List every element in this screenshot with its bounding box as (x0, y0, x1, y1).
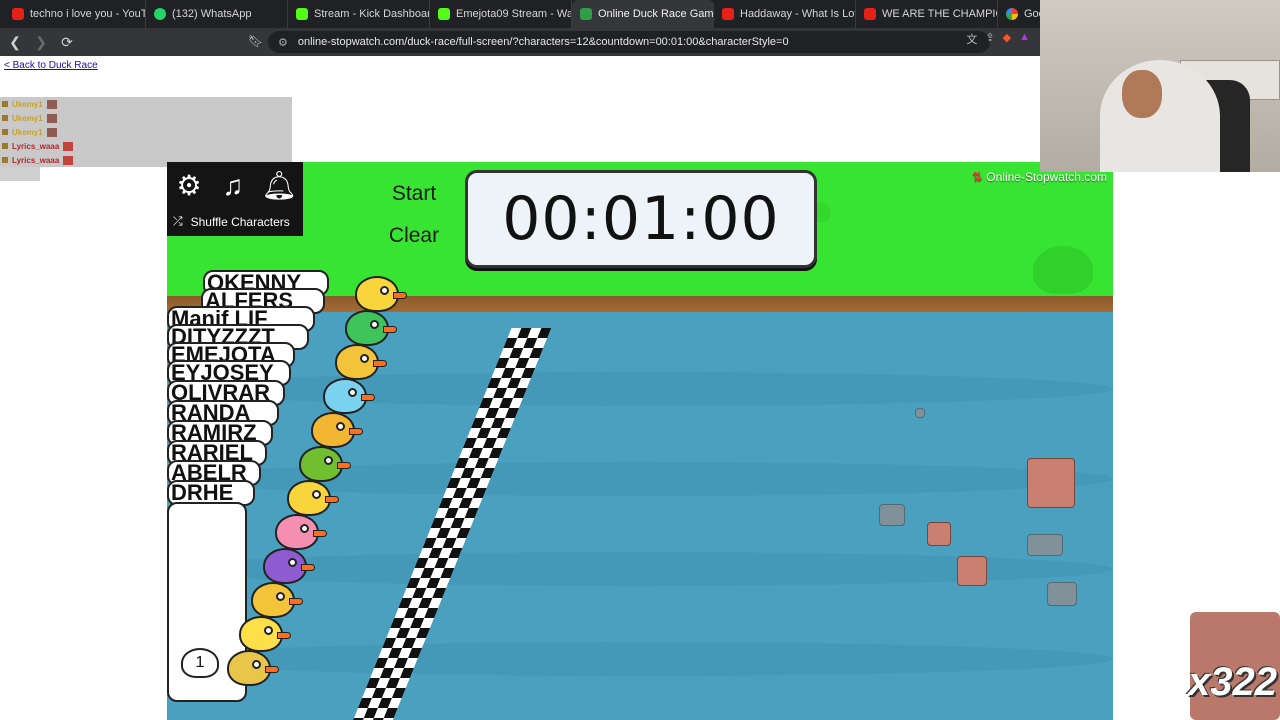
emote-icon (63, 155, 74, 165)
online-stopwatch-logo[interactable]: ⇅ Online-Stopwatch.com (972, 170, 1107, 184)
badge-icon (2, 115, 8, 121)
youtube-icon (864, 8, 876, 20)
tab-title: techno i love you - YouTube (30, 8, 145, 20)
tab-title: Haddaway - What Is Love (Off (740, 8, 855, 20)
start-button[interactable]: Start (379, 182, 449, 206)
google-icon (1006, 8, 1018, 20)
emote-icon (46, 127, 57, 137)
floating-emote (927, 522, 951, 546)
chat-message: Lyrics_waaa (0, 139, 292, 153)
brave-rewards-icon[interactable]: ▲ (1019, 31, 1030, 47)
chat-username: Ukemy1 (12, 113, 43, 123)
floating-emote (1047, 582, 1077, 606)
chat-username: Ukemy1 (12, 127, 43, 137)
game-controls: ⚙ ♫ 🔔︎ ⤮ Shuffle Characters (167, 162, 303, 236)
chat-message: Ukemy1 (0, 125, 292, 139)
brand-text: Online-Stopwatch.com (986, 170, 1107, 184)
duck-racer (311, 412, 363, 448)
duck-racer (299, 446, 351, 482)
duck-racer (263, 548, 315, 584)
duck-racer (227, 650, 279, 686)
translate-icon[interactable]: 文 (966, 31, 977, 47)
badge-icon (2, 157, 8, 163)
clear-button[interactable]: Clear (379, 224, 449, 248)
tab-duck-race[interactable]: Online Duck Race Gam ✕ (572, 0, 714, 28)
tab-kick-dashboard[interactable]: Stream - Kick Dashboard (288, 0, 430, 28)
music-icon[interactable]: ♫ (213, 168, 253, 204)
floating-emote (957, 556, 987, 586)
duck-racer (335, 344, 387, 380)
duck-racer (355, 276, 407, 312)
youtube-icon (12, 8, 24, 20)
bush (1033, 246, 1093, 294)
bell-icon[interactable]: 🔔︎ (259, 168, 299, 204)
url-text: online-stopwatch.com/duck-race/full-scre… (297, 36, 789, 48)
stopwatch-icon (580, 8, 592, 20)
back-icon[interactable]: ❮ (4, 31, 26, 53)
logo-arrows-icon: ⇅ (972, 170, 983, 184)
duck-racer (323, 378, 375, 414)
badge-icon (2, 143, 8, 149)
kick-icon (438, 8, 450, 20)
tab-title: Emejota09 Stream - Watch Liv (456, 8, 572, 20)
kick-icon (296, 8, 308, 20)
duck-racer (239, 616, 291, 652)
chat-overlay: Ukemy1 Ukemy1 Ukemy1 Lyrics_waaa Lyrics_… (0, 97, 292, 167)
chat-footer (0, 167, 40, 181)
tab-youtube-haddaway[interactable]: Haddaway - What Is Love (Off (714, 0, 856, 28)
shuffle-icon: ⤮ (173, 214, 183, 228)
badge-icon (2, 101, 8, 107)
badge-icon (2, 129, 8, 135)
shuffle-characters-button[interactable]: ⤮ Shuffle Characters (173, 214, 290, 229)
tab-title: (132) WhatsApp (172, 8, 252, 20)
site-info-icon[interactable]: ⚙︎ (278, 36, 288, 49)
chat-message: Ukemy1 (0, 111, 292, 125)
whatsapp-icon (154, 8, 166, 20)
tab-whatsapp[interactable]: (132) WhatsApp (146, 0, 288, 28)
duck-race-game: ⚙ ♫ 🔔︎ ⤮ Shuffle Characters Start Clear … (167, 162, 1113, 720)
lane-number-badge: 1 (181, 648, 219, 678)
chat-username: Ukemy1 (12, 99, 43, 109)
address-bar-actions: 文 ⇪ ◆ ▲ (966, 31, 1030, 47)
emote-icon (46, 99, 57, 109)
shuffle-label: Shuffle Characters (190, 214, 290, 229)
forward-icon[interactable]: ❯ (30, 31, 52, 53)
floating-emote (1027, 458, 1075, 508)
duck-racer (287, 480, 339, 516)
tab-title: Stream - Kick Dashboard (314, 8, 430, 20)
countdown-timer[interactable]: 00:01:00 (465, 170, 817, 268)
duck-racers: OKENNY ALFERS Manif LIF DITYZZZT EMEJOTA… (167, 270, 407, 710)
emote-combo-count: x322 (1188, 660, 1277, 704)
webcam-overlay (1040, 0, 1280, 172)
chat-message: Ukemy1 (0, 97, 292, 111)
chat-username: Lyrics_waaa (12, 141, 60, 151)
webcam-person (1100, 60, 1220, 172)
address-bar[interactable]: ⚙︎ online-stopwatch.com/duck-race/full-s… (268, 31, 990, 53)
back-to-duck-race-link[interactable]: < Back to Duck Race (4, 60, 98, 71)
floating-emote (915, 408, 925, 418)
brave-shield-icon[interactable]: ◆ (1003, 31, 1011, 47)
tab-title: Online Duck Race Gam (598, 8, 714, 20)
tab-youtube-techno[interactable]: techno i love you - YouTube (4, 0, 146, 28)
youtube-icon (722, 8, 734, 20)
bookmark-icon[interactable]: 🔖︎ (248, 34, 263, 48)
duck-racer (251, 582, 303, 618)
tab-title: WE ARE THE CHAMPION, SOU (882, 8, 997, 20)
webcam-head (1122, 70, 1162, 118)
tab-kick-stream[interactable]: Emejota09 Stream - Watch Liv (430, 0, 572, 28)
floating-emote (879, 504, 905, 526)
reload-icon[interactable]: ⟳ (56, 31, 78, 53)
duck-racer (345, 310, 397, 346)
tab-youtube-champion[interactable]: WE ARE THE CHAMPION, SOU (856, 0, 998, 28)
floating-emote (1027, 534, 1063, 556)
gear-icon[interactable]: ⚙ (169, 168, 209, 204)
browser-toolbar: ❮ ❯ ⟳ 🔖︎ ⚙︎ online-stopwatch.com/duck-ra… (0, 28, 1040, 56)
emote-icon (46, 113, 57, 123)
share-icon[interactable]: ⇪ (985, 31, 994, 47)
chat-username: Lyrics_waaa (12, 155, 60, 165)
duck-racer (275, 514, 327, 550)
emote-icon (63, 141, 74, 151)
